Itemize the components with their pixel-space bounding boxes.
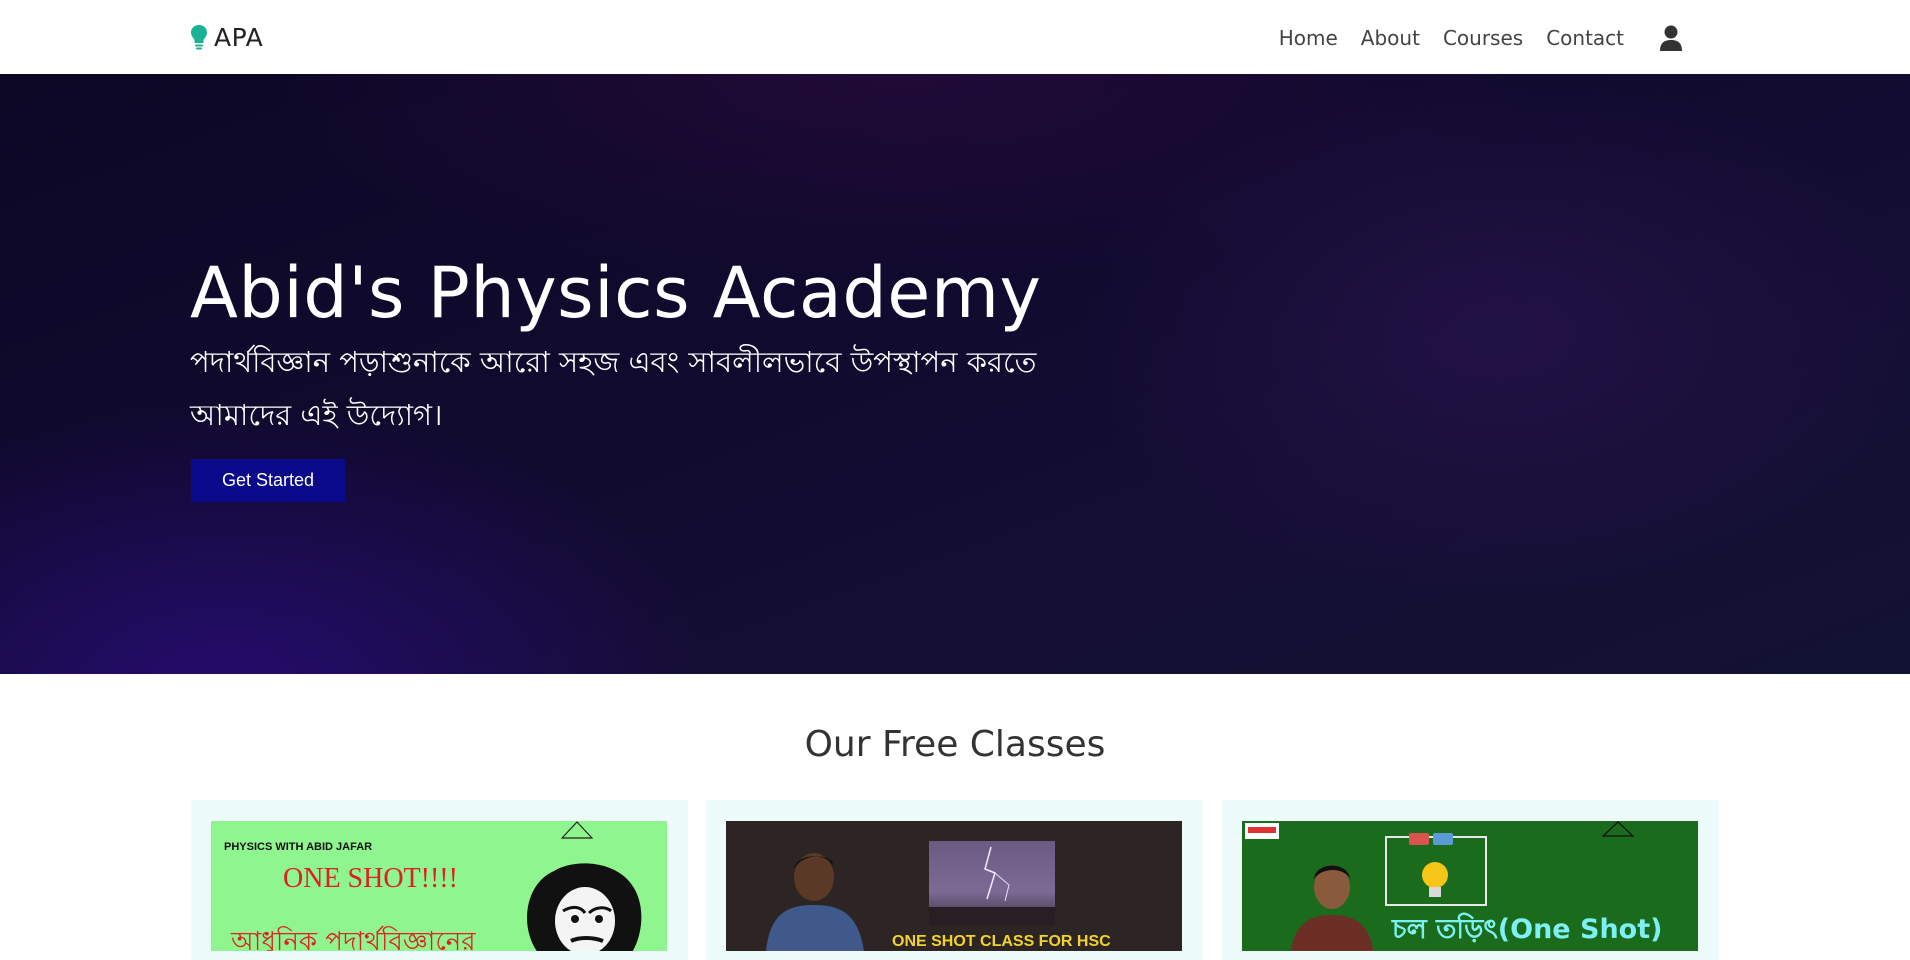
lightbulb-icon [190,24,208,50]
class-card-1[interactable]: PHYSICS WITH ABID JAFAR ONE SHOT!!!! আধু… [191,800,688,960]
circuit-bulb-illustration [1385,833,1487,906]
triangle-icon [1602,821,1634,837]
user-icon[interactable] [1659,25,1683,51]
triangle-icon [561,821,593,839]
lightning-image [929,841,1055,925]
thumb-headline: চল তড়িৎ(One Shot) [1392,914,1663,945]
thumb-headline: ONE SHOT CLASS FOR HSC [892,933,1111,950]
brand-link[interactable]: APA [190,20,263,54]
nav-courses[interactable]: Courses [1443,26,1523,50]
channel-logo [1245,823,1279,839]
class-card-3[interactable]: চল তড়িৎ(One Shot) [1222,800,1719,960]
thumb-channel-label: PHYSICS WITH ABID JAFAR [224,841,373,853]
nav-links: Home About Courses Contact [1279,22,1683,54]
class-card-2[interactable]: ONE SHOT CLASS FOR HSC [706,800,1203,960]
hero-title: Abid's Physics Academy [190,252,1042,334]
get-started-button[interactable]: Get Started [191,459,345,502]
scientist-illustration [527,863,642,951]
thumb-headline: ONE SHOT!!!! [283,863,458,894]
nav-home[interactable]: Home [1279,26,1338,50]
nav-contact[interactable]: Contact [1546,26,1624,50]
brand-name: APA [214,22,264,52]
class-thumbnail-2[interactable]: ONE SHOT CLASS FOR HSC [726,821,1182,951]
presenter-photo [766,853,864,951]
nav-about[interactable]: About [1361,26,1420,50]
presenter-photo [1290,865,1374,951]
thumb-topic: আধুনিক পদার্থবিজ্ঞানের [231,927,476,951]
free-classes-title: Our Free Classes [804,724,1106,765]
hero-subtitle: পদার্থবিজ্ঞান পড়াশুনাকে আরো সহজ এবং সাব… [190,345,1037,432]
navbar: APA Home About Courses Contact [0,0,1910,75]
class-thumbnail-3[interactable]: চল তড়িৎ(One Shot) [1242,821,1698,951]
hero-section: Abid's Physics Academy পদার্থবিজ্ঞান পড়… [0,74,1910,674]
class-thumbnail-1[interactable]: PHYSICS WITH ABID JAFAR ONE SHOT!!!! আধু… [211,821,667,951]
